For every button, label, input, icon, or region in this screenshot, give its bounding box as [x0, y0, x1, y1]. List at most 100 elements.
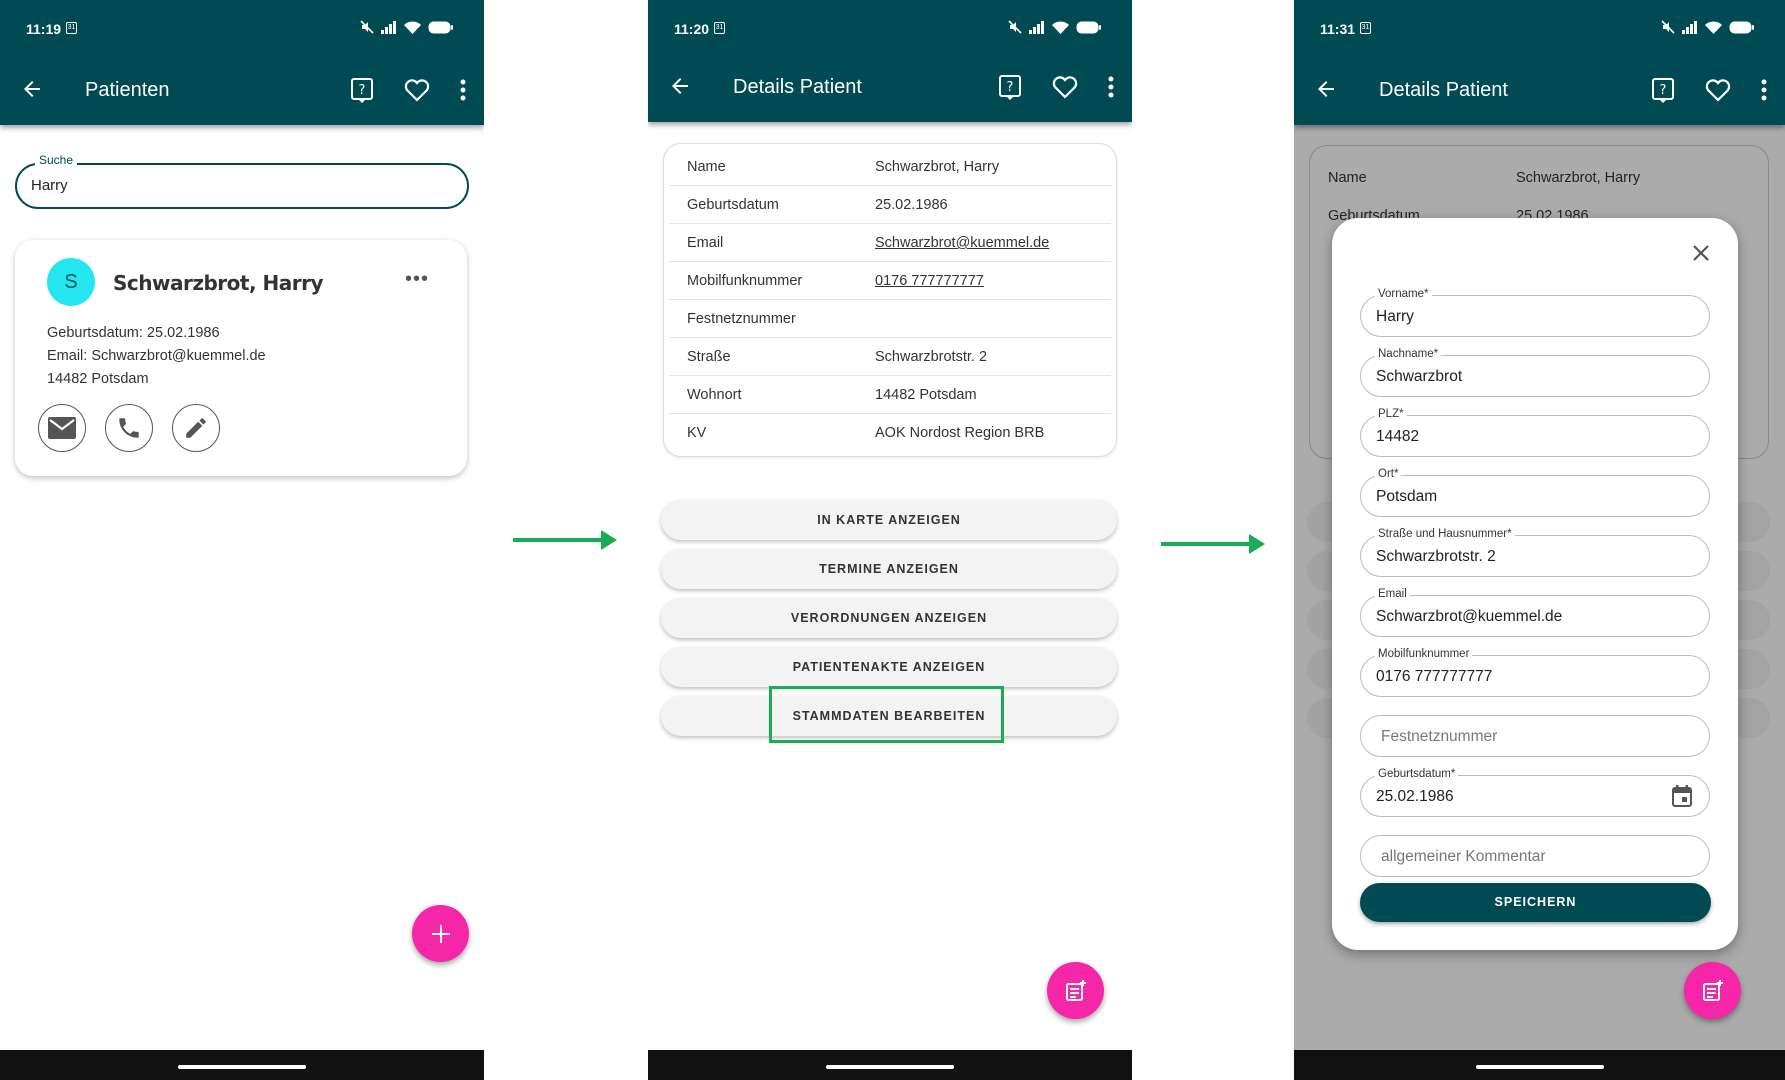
details-key: Wohnort: [687, 387, 742, 403]
patient-name: Schwarzbrot, Harry: [113, 271, 324, 295]
calendar-notification-icon: 31: [1360, 22, 1371, 34]
landline-field[interactable]: Festnetznummer: [1360, 715, 1710, 757]
help-icon[interactable]: ?: [1651, 77, 1675, 103]
comment-field[interactable]: allgemeiner Kommentar: [1360, 835, 1710, 877]
close-icon[interactable]: [1692, 244, 1710, 262]
email-button[interactable]: [38, 404, 86, 452]
search-label: Suche: [35, 153, 78, 167]
add-note-fab[interactable]: [1684, 962, 1741, 1019]
screen-edit-master-data: 11:31 31 Details Patient ? Name Schwarzbr…: [1294, 0, 1785, 1080]
details-row-email: Email Schwarzbrot@kuemmel.de: [669, 224, 1111, 262]
email-link[interactable]: Schwarzbrot@kuemmel.de: [875, 235, 1049, 251]
edit-master-data-dialog: Vorname* Harry Nachname* Schwarzbrot PLZ…: [1332, 218, 1738, 950]
details-value: 25.02.1986: [875, 197, 948, 213]
app-bar: Patienten ?: [0, 55, 484, 125]
svg-text:?: ?: [1007, 80, 1014, 95]
first-name-field[interactable]: Vorname* Harry: [1360, 288, 1710, 337]
battery-icon: [428, 21, 453, 33]
mobile-link[interactable]: 0176 777777777: [875, 273, 984, 289]
highlight-box: [769, 686, 1004, 743]
more-vert-icon[interactable]: [1761, 79, 1767, 101]
details-row-name: Name Schwarzbrot, Harry: [669, 148, 1111, 186]
system-nav-bar: [0, 1050, 484, 1080]
details-value: AOK Nordost Region BRB: [875, 425, 1045, 441]
note-add-icon: [1065, 979, 1086, 1001]
details-row-street: Straße Schwarzbrotstr. 2: [669, 338, 1111, 376]
email-field[interactable]: Email Schwarzbrot@kuemmel.de: [1360, 588, 1710, 637]
last-name-field[interactable]: Nachname* Schwarzbrot: [1360, 348, 1710, 397]
page-title: Details Patient: [1379, 79, 1508, 101]
add-patient-fab[interactable]: [412, 905, 469, 962]
patient-card[interactable]: S Schwarzbrot, Harry ••• Geburtsdatum: 2…: [15, 240, 467, 476]
back-arrow-icon[interactable]: [20, 77, 44, 101]
field-label: PLZ*: [1375, 408, 1407, 420]
signal-icon: [1029, 20, 1044, 34]
calendar-notification-icon: 31: [66, 22, 77, 34]
help-icon[interactable]: ?: [998, 74, 1022, 100]
field-label: Vorname*: [1375, 288, 1432, 300]
heart-icon[interactable]: [404, 78, 430, 102]
mobile-field[interactable]: Mobilfunknummer 0176 777777777: [1360, 648, 1710, 697]
field-label: Nachname*: [1375, 348, 1442, 360]
save-button[interactable]: SPEICHERN: [1360, 883, 1711, 922]
details-row-insurance: KV AOK Nordost Region BRB: [669, 414, 1111, 451]
street-field[interactable]: Straße und Hausnummer* Schwarzbrotstr. 2: [1360, 528, 1710, 577]
back-arrow-icon[interactable]: [668, 74, 692, 98]
home-indicator[interactable]: [1475, 1065, 1604, 1069]
details-key: Email: [687, 235, 724, 251]
battery-icon: [1729, 21, 1754, 33]
flow-arrow-1: [513, 530, 617, 550]
details-key: Straße: [687, 349, 731, 365]
heart-icon[interactable]: [1705, 78, 1731, 102]
more-vert-icon[interactable]: [460, 79, 466, 101]
patient-email: Email: Schwarzbrot@kuemmel.de: [47, 348, 266, 364]
heart-icon[interactable]: [1052, 75, 1078, 99]
phone-icon: [119, 418, 139, 438]
svg-text:?: ?: [1660, 83, 1667, 98]
calendar-notification-icon: 31: [714, 22, 725, 34]
details-key: KV: [687, 425, 707, 441]
field-value: 14482: [1376, 428, 1420, 445]
show-patient-record-button[interactable]: PATIENTENAKTE ANZEIGEN: [661, 647, 1117, 687]
status-bar: 11:19 31: [0, 0, 484, 55]
mail-icon: [48, 417, 76, 439]
call-button[interactable]: [105, 404, 153, 452]
back-arrow-icon[interactable]: [1314, 77, 1338, 101]
page-title: Patienten: [85, 79, 170, 101]
status-bar: 11:20 31: [648, 0, 1132, 55]
status-time: 11:19: [26, 21, 62, 37]
city-field[interactable]: Ort* Potsdam: [1360, 468, 1710, 517]
home-indicator[interactable]: [178, 1065, 306, 1069]
details-row-landline: Festnetznummer: [669, 300, 1111, 338]
help-icon[interactable]: ?: [350, 77, 374, 103]
edit-button[interactable]: [172, 404, 220, 452]
home-indicator[interactable]: [826, 1065, 954, 1069]
birthdate-field[interactable]: Geburtsdatum* 25.02.1986: [1360, 768, 1710, 817]
mute-icon: [1661, 20, 1675, 34]
field-value: Schwarzbrot: [1376, 368, 1463, 385]
mute-icon: [360, 20, 374, 34]
calendar-icon[interactable]: [1671, 784, 1693, 808]
more-vert-icon[interactable]: [1108, 76, 1114, 98]
flow-arrow-2: [1161, 534, 1265, 554]
field-label: Email: [1375, 588, 1410, 600]
more-horiz-icon[interactable]: •••: [405, 268, 429, 291]
wifi-icon: [1052, 20, 1069, 34]
show-appointments-button[interactable]: TERMINE ANZEIGEN: [661, 549, 1117, 589]
note-add-icon: [1702, 979, 1723, 1001]
system-nav-bar: [648, 1050, 1132, 1080]
app-bar: Details Patient ?: [648, 52, 1132, 122]
search-input[interactable]: Suche Harry: [15, 153, 469, 209]
field-value: 25.02.1986: [1376, 788, 1454, 805]
mute-icon: [1008, 20, 1022, 34]
status-time: 11:20: [674, 21, 710, 37]
details-value: Schwarzbrot, Harry: [875, 159, 1000, 175]
add-note-fab[interactable]: [1047, 962, 1104, 1019]
field-value: 0176 777777777: [1376, 668, 1493, 685]
zip-field[interactable]: PLZ* 14482: [1360, 408, 1710, 457]
show-on-map-button[interactable]: IN KARTE ANZEIGEN: [661, 500, 1117, 540]
field-value: Potsdam: [1376, 488, 1438, 505]
details-value: 14482 Potsdam: [875, 387, 977, 403]
show-prescriptions-button[interactable]: VERORDNUNGEN ANZEIGEN: [661, 598, 1117, 638]
app-bar: Details Patient ?: [1294, 55, 1785, 125]
